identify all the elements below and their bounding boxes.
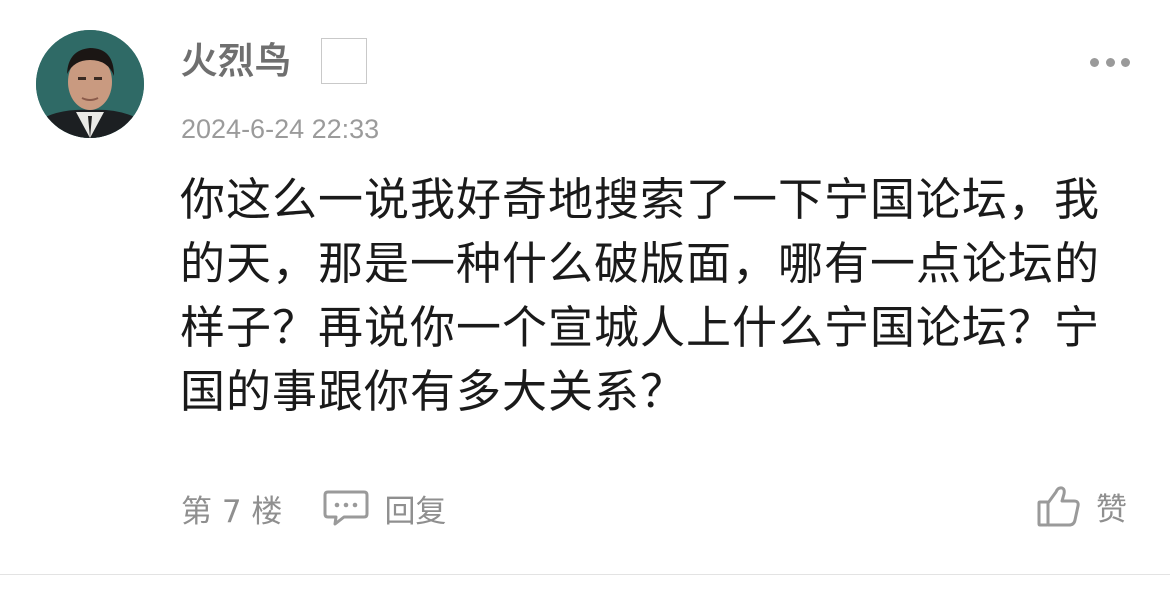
floor-number: 第 7 楼 xyxy=(181,493,283,530)
more-dots-icon xyxy=(1090,57,1099,67)
user-badge xyxy=(321,38,367,84)
like-button[interactable]: 赞 xyxy=(1036,482,1127,530)
more-options-button[interactable] xyxy=(1090,52,1130,72)
comment-text: 你这么一说我好奇地搜索了一下宁国论坛，我的天，那是一种什么破版面，哪有一点论坛的… xyxy=(180,173,1101,418)
avatar-portrait-image xyxy=(36,30,144,138)
avatar[interactable] xyxy=(36,30,144,138)
more-dots-icon xyxy=(1121,57,1130,67)
thumbs-up-icon xyxy=(1037,486,1080,527)
comment-footer: 第 7 楼 回复 xyxy=(181,486,446,531)
more-dots-icon xyxy=(1105,57,1115,67)
comment-timestamp: 2024-6-24 22:33 xyxy=(181,114,380,144)
like-label: 赞 xyxy=(1096,491,1127,528)
reply-button[interactable]: 回复 xyxy=(322,486,446,531)
reply-label: 回复 xyxy=(384,493,447,530)
comment-bubble-icon xyxy=(323,490,369,526)
username[interactable]: 火烈鸟 xyxy=(181,36,292,88)
divider xyxy=(0,574,1170,575)
